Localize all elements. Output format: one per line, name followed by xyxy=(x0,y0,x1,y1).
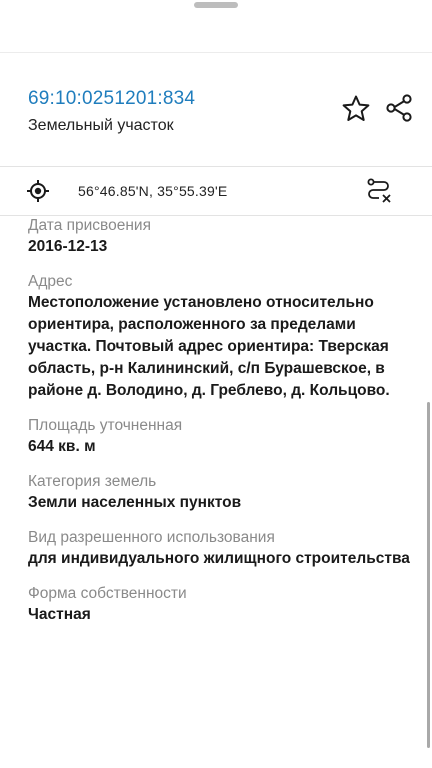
field-label: Адрес xyxy=(28,273,73,290)
cadastral-number-link[interactable]: 69:10:0251201:834 xyxy=(28,88,195,110)
field-label: Площадь уточненная xyxy=(28,417,183,434)
favorite-button[interactable] xyxy=(340,93,372,125)
route-button[interactable] xyxy=(364,176,394,206)
route-cancel-icon xyxy=(367,178,391,203)
field-value: Частная xyxy=(28,606,91,623)
coordinates-text: 56°46.85'N, 35°55.39'E xyxy=(78,183,228,199)
coordinates-row: 56°46.85'N, 35°55.39'E xyxy=(0,167,432,215)
scrollbar[interactable] xyxy=(427,402,430,748)
field-label: Форма собственности xyxy=(28,585,187,602)
field-assignment-date: Дата присвоения 2016-12-13 xyxy=(28,216,418,258)
star-outline-icon xyxy=(342,95,370,121)
field-value: Местоположение установлено относительно … xyxy=(28,294,390,399)
field-value: для индивидуального жилищного строительс… xyxy=(28,550,410,567)
share-icon xyxy=(386,94,412,122)
field-label: Категория земель xyxy=(28,473,157,490)
field-value: 2016-12-13 xyxy=(28,238,108,255)
field-address: Адрес Местоположение установлено относит… xyxy=(28,272,418,402)
bottom-sheet: 69:10:0251201:834 Земельный участок 56°4… xyxy=(0,0,432,768)
field-value: Земли населенных пунктов xyxy=(28,494,242,511)
target-icon[interactable] xyxy=(26,179,50,203)
object-header: 69:10:0251201:834 Земельный участок xyxy=(0,53,432,166)
field-land-category: Категория земель Земли населенных пункто… xyxy=(28,472,418,514)
field-ownership-form: Форма собственности Частная xyxy=(28,584,418,626)
object-type-label: Земельный участок xyxy=(28,117,174,134)
field-permitted-use: Вид разрешенного использования для индив… xyxy=(28,528,418,570)
sheet-drag-handle[interactable] xyxy=(194,2,238,8)
field-area: Площадь уточненная 644 кв. м xyxy=(28,416,418,458)
details-list: Дата присвоения 2016-12-13 Адрес Местопо… xyxy=(28,216,418,640)
field-label: Дата присвоения xyxy=(28,217,151,234)
field-value: 644 кв. м xyxy=(28,438,96,455)
share-button[interactable] xyxy=(382,91,416,125)
field-label: Вид разрешенного использования xyxy=(28,529,275,546)
